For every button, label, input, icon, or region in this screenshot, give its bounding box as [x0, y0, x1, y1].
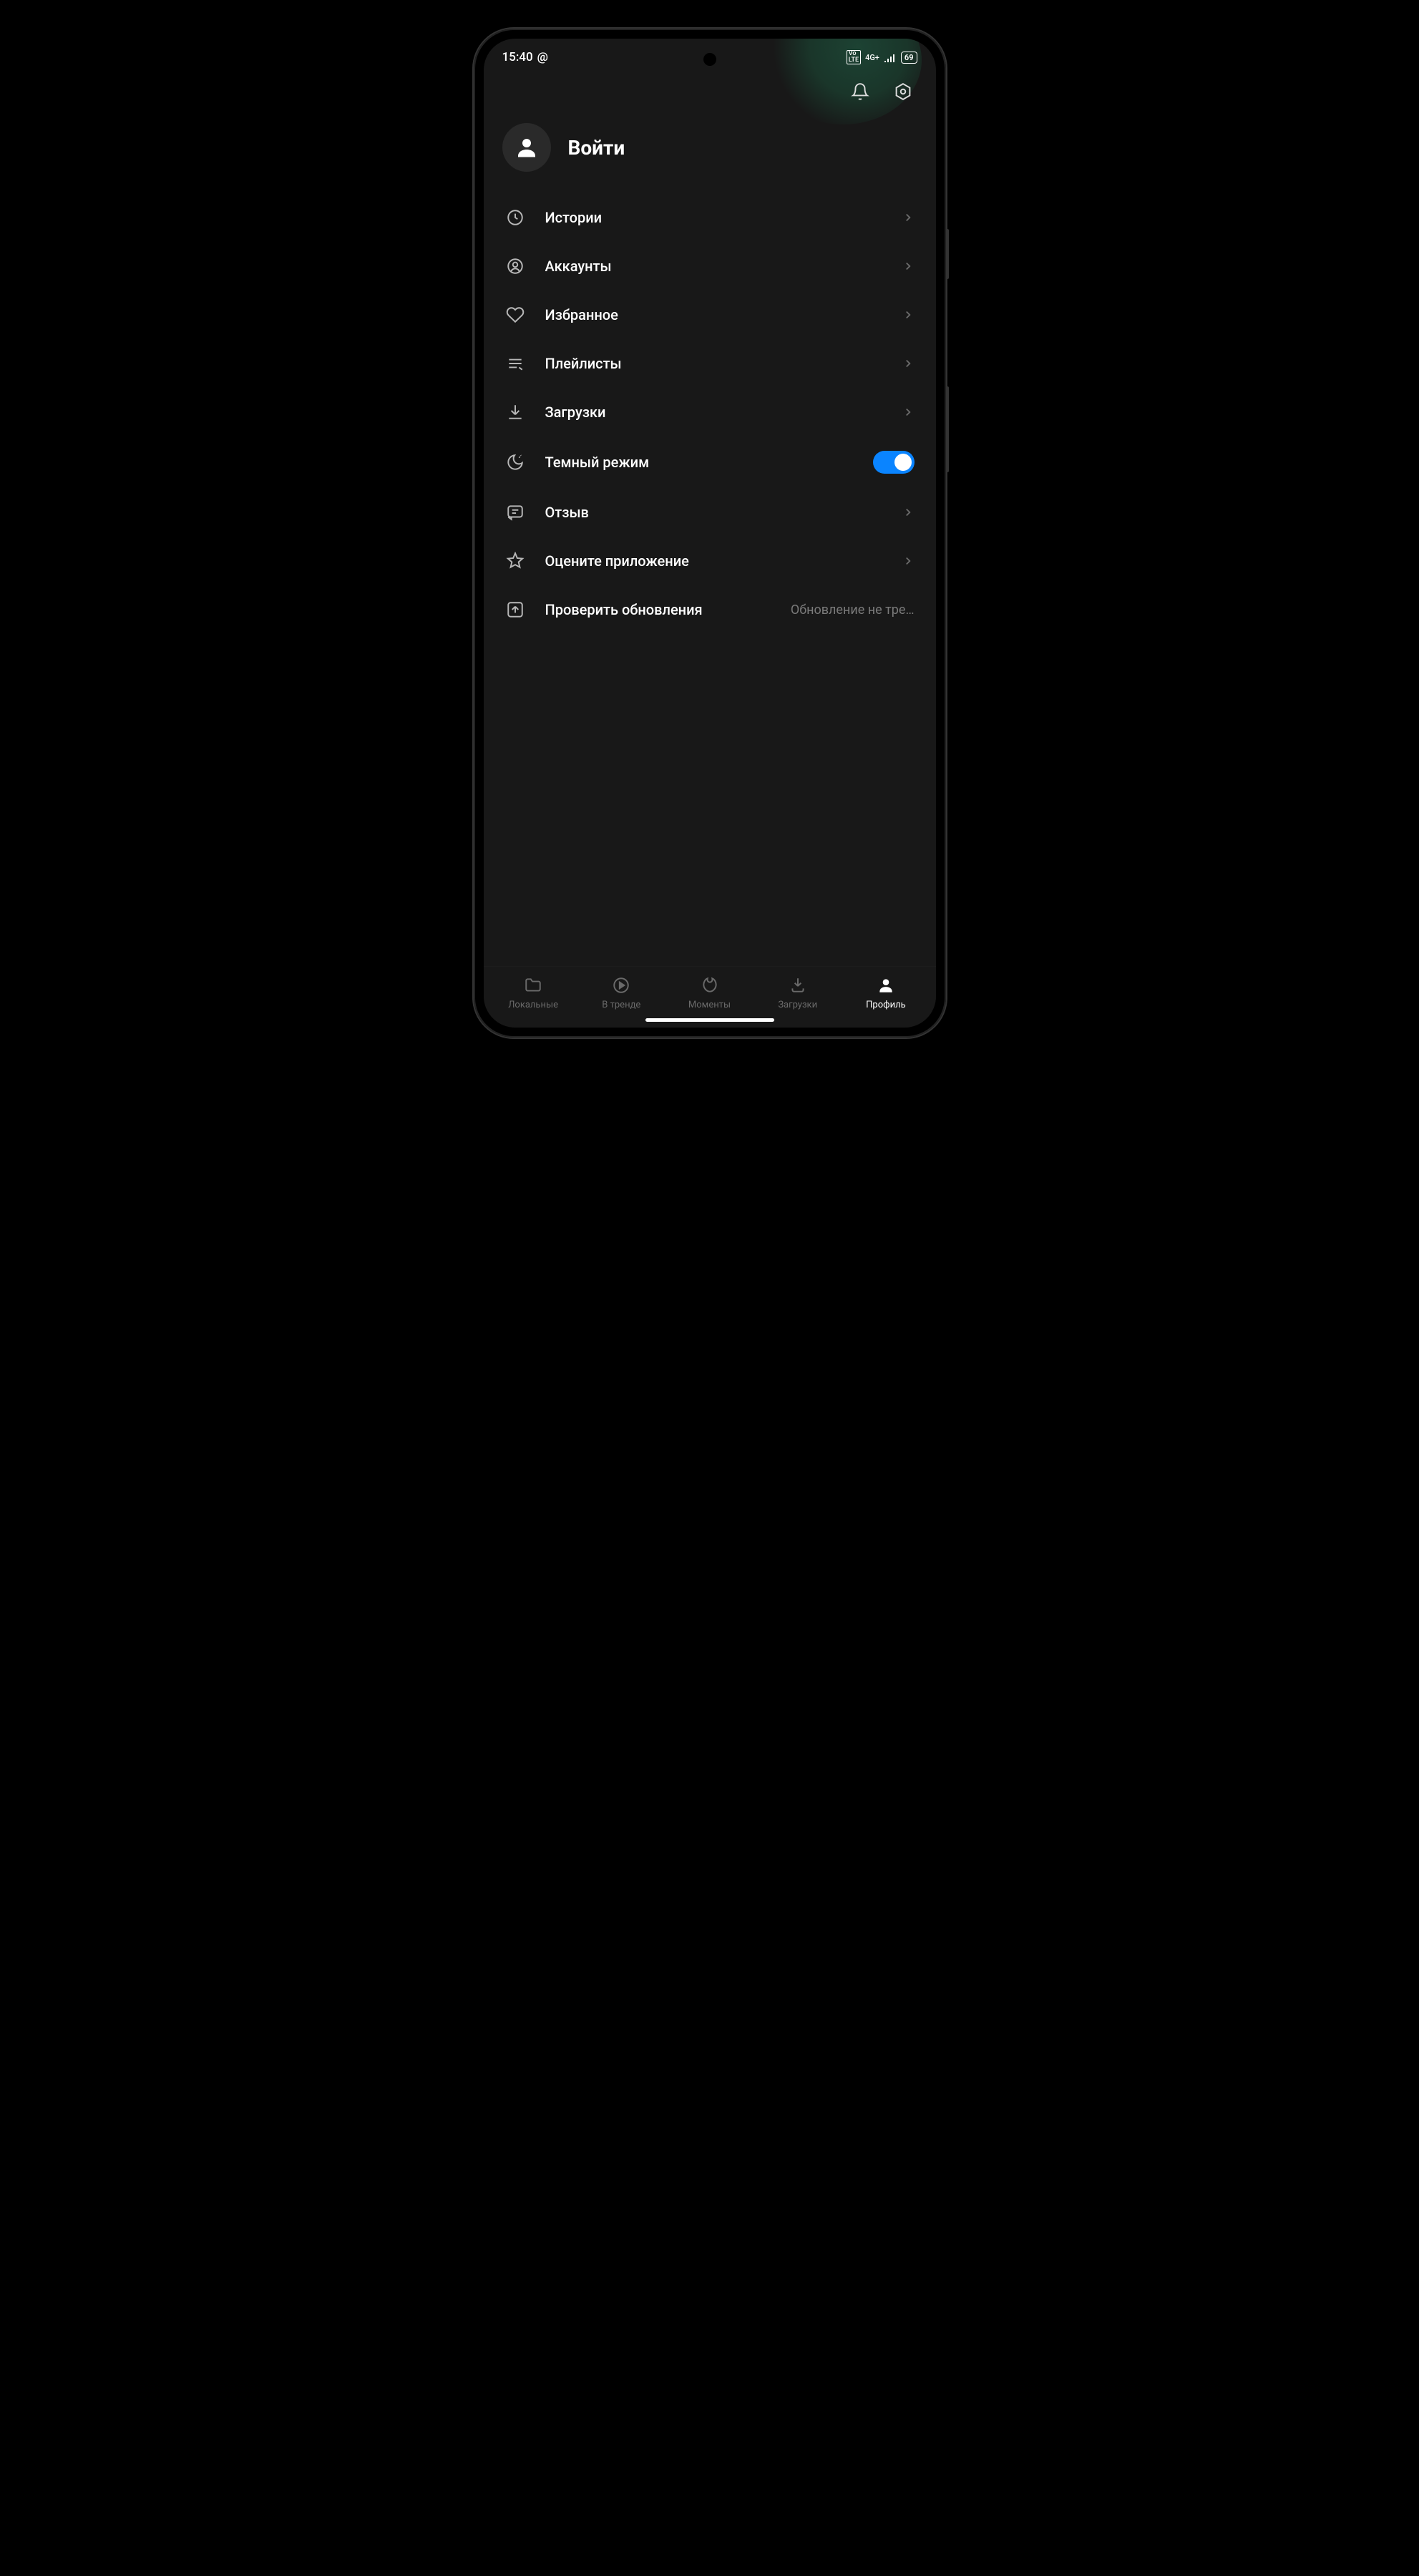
nav-item-play[interactable]: В тренде: [577, 975, 665, 1010]
menu-item-playlist[interactable]: Плейлисты: [484, 339, 936, 388]
playlist-icon: [505, 353, 525, 374]
menu-item-clock[interactable]: Истории: [484, 193, 936, 242]
chevron-right-icon: [902, 308, 915, 321]
side-button-2: [946, 386, 949, 472]
camera-notch: [703, 53, 716, 66]
notifications-button[interactable]: [849, 80, 872, 103]
menu-sublabel: Обновление не тре…: [791, 602, 915, 618]
nav-item-folder[interactable]: Локальные: [489, 975, 577, 1010]
header-actions: [484, 70, 936, 110]
menu-label: Плейлисты: [545, 355, 882, 372]
feedback-icon: [505, 502, 525, 522]
person-icon: [514, 135, 540, 160]
menu-item-download[interactable]: Загрузки: [484, 388, 936, 436]
menu-item-heart[interactable]: Избранное: [484, 291, 936, 339]
update-icon: [505, 600, 525, 620]
menu-item-update[interactable]: Проверить обновления Обновление не тре…: [484, 585, 936, 634]
chevron-right-icon: [902, 506, 915, 519]
menu-label: Аккаунты: [545, 258, 882, 275]
avatar: [502, 123, 551, 172]
menu-label: Загрузки: [545, 404, 882, 421]
folder-icon: [523, 975, 543, 995]
nav-item-profile[interactable]: Профиль: [842, 975, 930, 1010]
moon-icon: [505, 452, 525, 472]
menu-item-moon[interactable]: Темный режим: [484, 436, 936, 488]
volte-icon: VoLTE: [847, 50, 861, 64]
menu-label: Проверить обновления: [545, 601, 771, 618]
toggle-knob: [894, 454, 912, 471]
signal-icon: [884, 52, 897, 62]
nav-label: Локальные: [508, 1000, 558, 1010]
menu-label: Избранное: [545, 306, 882, 323]
menu-list: Истории Аккаунты Избранное Плейлисты Загрузк…: [484, 193, 936, 966]
home-indicator[interactable]: [645, 1018, 774, 1022]
nav-label: Загрузки: [778, 1000, 817, 1010]
menu-label: Темный режим: [545, 454, 853, 471]
download-icon: [505, 402, 525, 422]
settings-button[interactable]: [892, 80, 915, 103]
nav-label: В тренде: [602, 1000, 640, 1010]
screen: 15:40 @ VoLTE 4G+ 69: [484, 39, 936, 1028]
menu-label: Отзыв: [545, 504, 882, 521]
login-label: Войти: [568, 136, 625, 160]
phone-frame: 15:40 @ VoLTE 4G+ 69: [474, 29, 946, 1038]
menu-item-star[interactable]: Оцените приложение: [484, 537, 936, 585]
menu-item-feedback[interactable]: Отзыв: [484, 488, 936, 537]
battery-icon: 69: [901, 52, 917, 64]
nav-label: Профиль: [866, 1000, 906, 1010]
chevron-right-icon: [902, 406, 915, 419]
dl-icon: [788, 975, 808, 995]
menu-item-account[interactable]: Аккаунты: [484, 242, 936, 291]
chevron-right-icon: [902, 260, 915, 273]
network-icon: 4G+: [865, 53, 879, 62]
dark-mode-toggle[interactable]: [873, 451, 915, 474]
clock-icon: [505, 208, 525, 228]
gear-icon: [894, 82, 912, 101]
menu-label: Истории: [545, 209, 882, 226]
nav-item-moments[interactable]: Моменты: [665, 975, 754, 1010]
chevron-right-icon: [902, 357, 915, 370]
account-icon: [505, 256, 525, 276]
side-button-1: [946, 229, 949, 279]
moments-icon: [700, 975, 720, 995]
chevron-right-icon: [902, 555, 915, 567]
profile-icon: [876, 975, 896, 995]
nav-label: Моменты: [688, 1000, 731, 1010]
star-icon: [505, 551, 525, 571]
bell-icon: [851, 82, 869, 101]
nav-item-dl[interactable]: Загрузки: [754, 975, 842, 1010]
menu-label: Оцените приложение: [545, 552, 882, 570]
status-left: 15:40 @: [502, 50, 548, 64]
status-at-icon: @: [537, 50, 548, 64]
heart-icon: [505, 305, 525, 325]
chevron-right-icon: [902, 211, 915, 224]
status-time: 15:40: [502, 50, 533, 64]
status-right: VoLTE 4G+ 69: [847, 50, 917, 64]
play-icon: [611, 975, 631, 995]
login-row[interactable]: Войти: [484, 110, 936, 193]
